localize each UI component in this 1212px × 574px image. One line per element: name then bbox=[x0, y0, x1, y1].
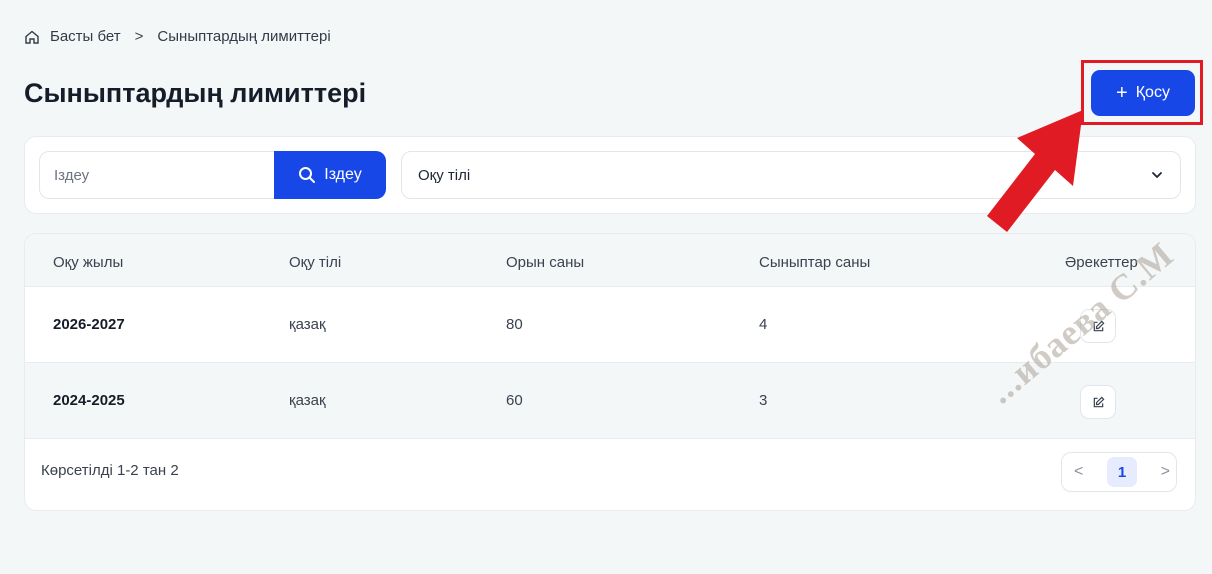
page-title: Сыныптардың лимиттері bbox=[24, 78, 367, 108]
cell-classes: 4 bbox=[759, 316, 768, 333]
cell-language: қазақ bbox=[289, 316, 326, 333]
arrow-annotation bbox=[987, 110, 1083, 232]
cell-classes: 3 bbox=[759, 392, 768, 409]
edit-icon bbox=[1093, 396, 1104, 407]
column-header-seats: Орын саны bbox=[506, 254, 585, 271]
highlight-box bbox=[1081, 60, 1203, 125]
chevron-down-icon bbox=[1152, 172, 1162, 178]
breadcrumb-separator: > bbox=[134, 28, 144, 45]
language-select-value: Оқу тілі bbox=[418, 166, 471, 184]
search-button-label: Іздеу bbox=[324, 166, 362, 183]
cell-seats: 60 bbox=[506, 392, 523, 409]
cell-year: 2024-2025 bbox=[53, 392, 125, 409]
search-button[interactable]: Іздеу bbox=[274, 151, 386, 199]
cell-year: 2026-2027 bbox=[53, 316, 125, 333]
home-icon[interactable] bbox=[24, 29, 40, 45]
pagination-summary: Көрсетілді 1-2 тан 2 bbox=[41, 462, 179, 479]
column-header-year: Оқу жылы bbox=[53, 254, 124, 271]
breadcrumb-home-link[interactable]: Басты бет bbox=[50, 28, 121, 45]
pagination: < 1 > bbox=[1061, 452, 1177, 492]
cell-language: қазақ bbox=[289, 392, 326, 409]
search-input[interactable] bbox=[39, 151, 277, 199]
breadcrumb: Басты бет > Сыныптардың лимиттері bbox=[24, 28, 331, 45]
search-icon bbox=[299, 167, 316, 183]
breadcrumb-current: Сыныптардың лимиттері bbox=[157, 28, 331, 45]
next-page-button[interactable]: > bbox=[1161, 463, 1170, 481]
column-header-language: Оқу тілі bbox=[289, 254, 342, 271]
table-header: Оқу жылы Оқу тілі Орын саны Сыныптар сан… bbox=[25, 234, 1195, 287]
column-header-classes: Сыныптар саны bbox=[759, 254, 871, 271]
page-number-button[interactable]: 1 bbox=[1107, 457, 1137, 487]
prev-page-button[interactable]: < bbox=[1074, 463, 1083, 481]
cell-seats: 80 bbox=[506, 316, 523, 333]
edit-button[interactable] bbox=[1080, 385, 1116, 419]
